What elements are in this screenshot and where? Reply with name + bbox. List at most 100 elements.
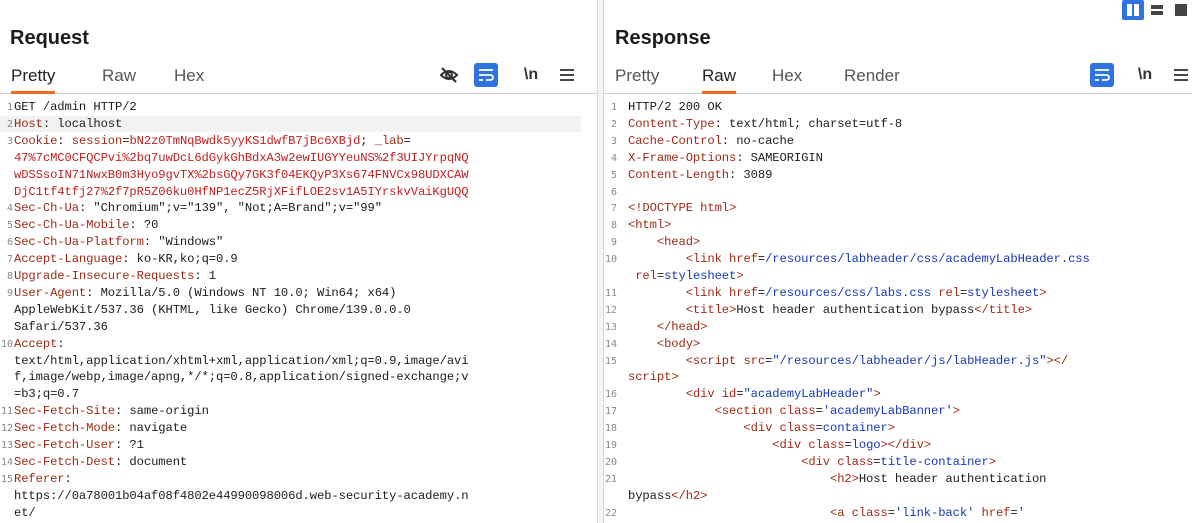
code-line: <div class=logo></div> <box>772 438 932 452</box>
response-editor[interactable]: 1 HTTP/2 200 OK 2 Content-Type: text/html; … <box>604 96 1192 523</box>
line-number: 4 <box>6 203 13 215</box>
tab-raw[interactable]: Raw <box>702 66 737 94</box>
wrap-icon[interactable] <box>1090 63 1114 87</box>
split-columns-icon[interactable] <box>1122 0 1144 20</box>
code-line: <link href=/resources/css/labs.css rel=s… <box>685 285 1047 300</box>
code-line: <title>Host header authentication bypass… <box>685 302 1032 317</box>
code-line: Sec-Fetch-Site: same-origin <box>14 404 209 419</box>
line-number: 6 <box>6 237 13 249</box>
line-number: 7 <box>6 254 13 266</box>
code-line: <h2>Host header authentication <box>829 471 1047 486</box>
code-line: Referer: <box>14 471 72 486</box>
eye-off-icon[interactable] <box>437 63 461 87</box>
line-number: 10 <box>604 254 617 266</box>
request-tabs: Pretty Raw Hex \n <box>0 56 597 94</box>
newline-toggle[interactable]: \n <box>1134 63 1156 87</box>
code-line: bypass</h2> <box>628 488 708 503</box>
code-line: X-Frame-Options: SAMEORIGIN <box>628 150 823 165</box>
line-number: 5 <box>610 169 617 181</box>
request-editor[interactable]: 1 GET /admin HTTP/2 2 Host: localhost 3 Cooki… <box>0 96 597 523</box>
code-line: <a class='link-back' href=' <box>829 505 1025 520</box>
line-number: 3 <box>610 135 617 147</box>
code-line: script> <box>628 370 679 385</box>
line-number: 22 <box>604 507 617 519</box>
tab-hex[interactable]: Hex <box>174 66 204 94</box>
line-number: 14 <box>604 338 617 350</box>
line-number: 10 <box>0 338 13 350</box>
code-line: <section class='academyLabBanner'> <box>714 404 960 419</box>
code-line: Sec-Fetch-Dest: document <box>14 454 188 469</box>
line-number: 16 <box>604 389 617 401</box>
code-line: Content-Type: text/html; charset=utf-8 <box>628 116 903 131</box>
code-line: <!DOCTYPE html> <box>628 201 737 216</box>
line-number: 20 <box>604 456 617 468</box>
layout-buttons <box>1122 0 1192 22</box>
code-line: </head> <box>656 319 708 334</box>
line-number: 4 <box>610 152 617 164</box>
single-pane-icon[interactable] <box>1170 0 1192 20</box>
code-line: Cookie: session=bN2z0TmNqBwdk5yyKS1dwfB7… <box>14 133 411 148</box>
code-line: rel=stylesheet> <box>635 269 744 283</box>
tab-raw[interactable]: Raw <box>102 66 136 94</box>
code-line: et/ <box>14 505 36 520</box>
line-number: 1 <box>610 102 617 113</box>
code-line: Sec-Ch-Ua-Platform: "Windows" <box>14 235 224 250</box>
code-line: Accept-Language: ko-KR,ko;q=0.9 <box>14 252 238 267</box>
code-line: HTTP/2 200 OK <box>628 100 722 114</box>
code-line: Content-Length: 3089 <box>628 167 773 182</box>
line-number: 15 <box>604 355 617 367</box>
line-number: 3 <box>6 135 13 147</box>
code-line: Sec-Fetch-User: ?1 <box>14 438 144 452</box>
line-number: 14 <box>0 456 13 468</box>
line-number: 8 <box>6 271 13 282</box>
line-number: 9 <box>6 287 13 299</box>
line-number: 7 <box>610 203 617 215</box>
code-line: Upgrade-Insecure-Requests: 1 <box>14 269 216 283</box>
code-line: <link href=/resources/labheader/css/acad… <box>685 252 1090 267</box>
tab-hex[interactable]: Hex <box>772 66 802 94</box>
code-line: <body> <box>656 336 701 351</box>
code-line: Sec-Ch-Ua-Mobile: ?0 <box>14 218 159 233</box>
line-number: 8 <box>610 220 617 232</box>
request-panel: Request Pretty Raw Hex \n 1 GET /admin HT… <box>0 0 597 523</box>
code-line: Accept: <box>14 336 65 351</box>
pane-divider[interactable] <box>597 0 604 523</box>
wrap-icon[interactable] <box>474 63 498 87</box>
code-line: User-Agent: Mozilla/5.0 (Windows NT 10.0… <box>14 285 397 300</box>
line-number: 19 <box>604 440 617 451</box>
code-line: f,image/webp,image/apng,*/*;q=0.8,applic… <box>14 370 469 385</box>
line-number: 11 <box>604 287 617 299</box>
response-tabs: Pretty Raw Hex Render \n <box>604 56 1192 94</box>
code-line: Host: localhost <box>14 116 123 131</box>
line-number: 2 <box>6 118 13 130</box>
hamburger-icon[interactable] <box>1171 63 1191 87</box>
line-number: 1 <box>6 102 13 113</box>
tab-pretty[interactable]: Pretty <box>615 66 659 94</box>
line-number: 12 <box>0 423 13 435</box>
hamburger-icon[interactable] <box>557 63 577 87</box>
line-number: 11 <box>0 406 13 418</box>
tab-pretty[interactable]: Pretty <box>11 66 56 94</box>
line-number: 2 <box>610 118 617 130</box>
code-line: wDSSsoIN71NwxB0m3Hyo9gvTX%2bsGQy7GK3f04E… <box>14 167 469 182</box>
newline-toggle[interactable]: \n <box>520 63 542 87</box>
code-line: https://0a78001b04af08f4802e44990098006d… <box>14 488 469 503</box>
line-number: 5 <box>6 220 13 232</box>
code-line: Sec-Fetch-Mode: navigate <box>14 421 188 436</box>
tab-render[interactable]: Render <box>844 66 900 94</box>
request-title: Request <box>10 27 89 49</box>
split-rows-icon[interactable] <box>1146 0 1168 20</box>
line-number: 6 <box>610 186 617 198</box>
response-panel: Response Pretty Raw Hex Render \n 1 HTTP/… <box>604 0 1192 523</box>
code-line: AppleWebKit/537.36 (KHTML, like Gecko) C… <box>14 302 411 317</box>
code-line: text/html,application/xhtml+xml,applicat… <box>14 353 469 368</box>
line-number: 13 <box>604 321 617 333</box>
code-line: <head> <box>656 235 701 250</box>
code-line: <div class=title-container> <box>801 454 996 469</box>
line-number: 18 <box>604 423 617 435</box>
code-line: Cache-Control: no-cache <box>628 133 794 148</box>
line-number: 9 <box>610 237 617 249</box>
line-number: 13 <box>0 440 13 451</box>
code-line: <div id="academyLabHeader"> <box>685 387 881 402</box>
code-line: 47%7cMC0CFQCPvi%2bq7uwDcL6dGykGhBdxA3w2e… <box>14 150 469 165</box>
